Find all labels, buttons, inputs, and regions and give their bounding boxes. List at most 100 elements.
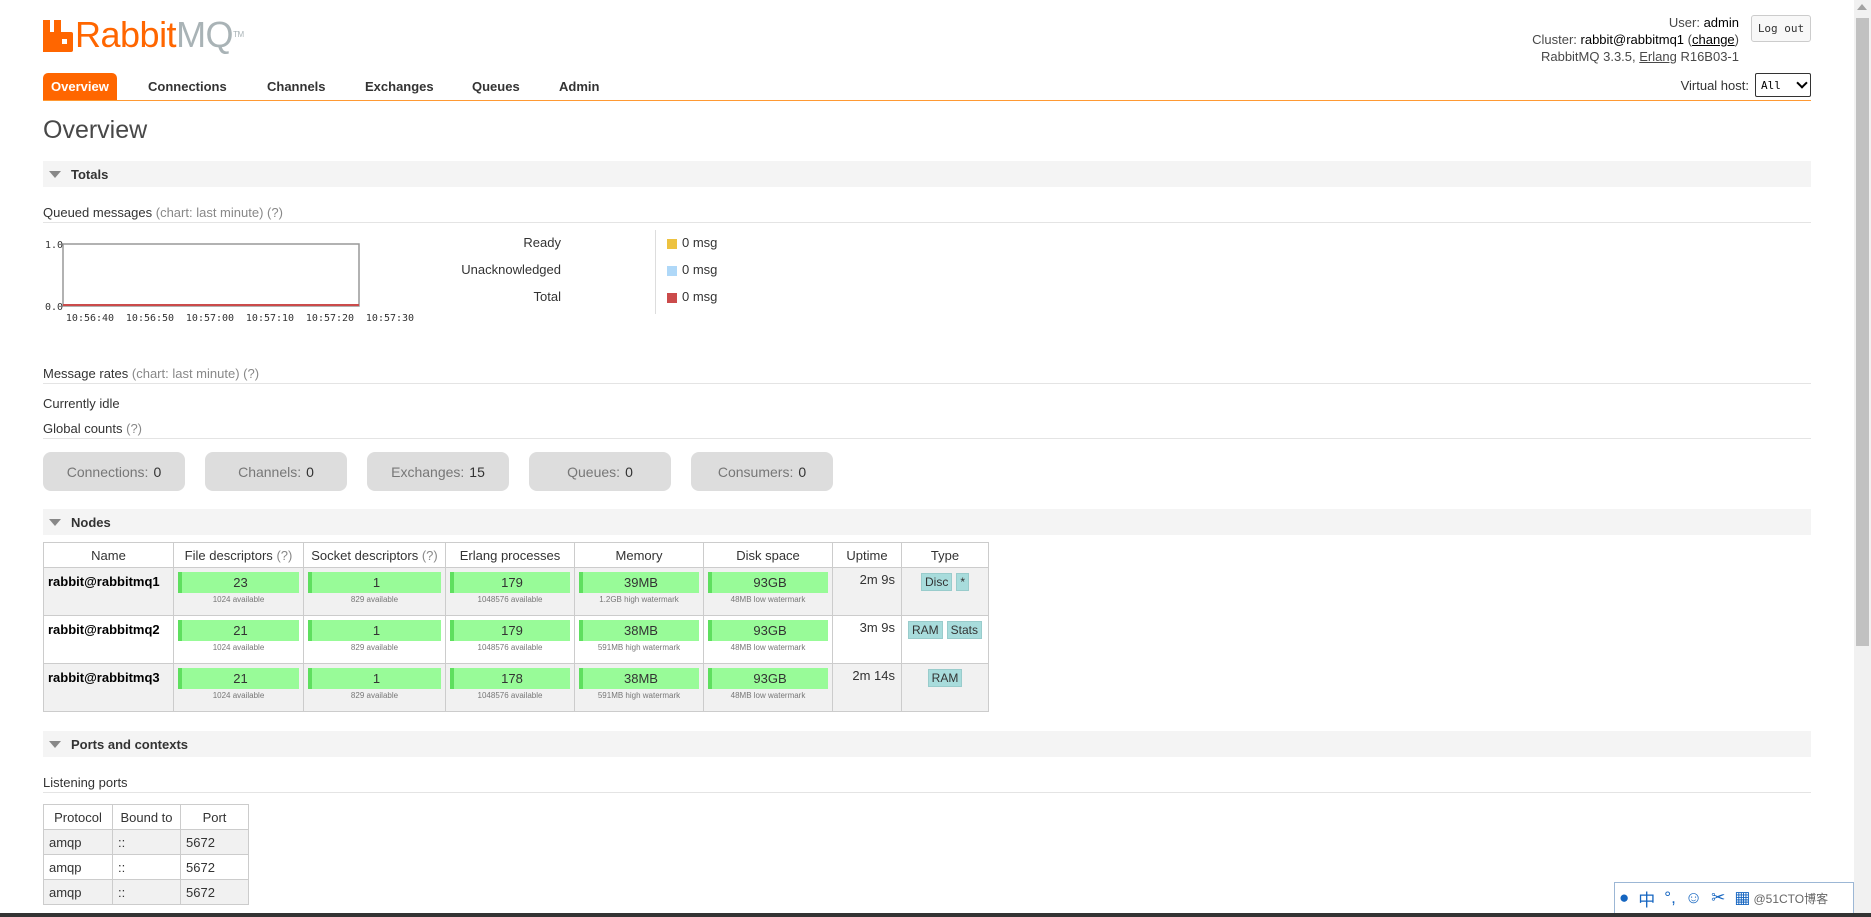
count-queues[interactable]: Queues: 0	[529, 452, 671, 491]
x-tick-label: 10:57:10	[246, 313, 294, 324]
section-totals-title: Totals	[71, 166, 109, 182]
erlang-processes-cell: 178 1048576 available	[445, 663, 575, 712]
chart-plot-area	[62, 243, 360, 307]
memory-bar: 38MB	[579, 668, 699, 689]
queued-messages-title: Queued messages	[43, 205, 153, 220]
ime-user-icon[interactable]: ●	[1619, 888, 1629, 908]
ports-table-header: Protocol Bound to Port	[43, 804, 249, 830]
collapse-triangle-icon	[49, 518, 61, 526]
ime-toolbar: ● 中 °, ☺ ✂ ▦ @51CTO博客	[1614, 882, 1854, 914]
erlang-processes-available: 1048576 available	[477, 643, 543, 652]
message-rates-title: Message rates	[43, 366, 129, 381]
type-tag-ram: RAM	[927, 669, 963, 687]
queued-messages-help[interactable]: (chart: last minute) (?)	[156, 205, 283, 220]
ime-keyboard-icon[interactable]: ▦	[1734, 888, 1750, 908]
ime-mode-toggle[interactable]: 中	[1638, 886, 1655, 911]
file-descriptors-available: 1024 available	[212, 691, 265, 700]
count-consumers-value: 0	[798, 463, 807, 480]
socket-descriptors-cell: 1 829 available	[303, 567, 446, 616]
virtual-host-select[interactable]: All	[1755, 73, 1811, 97]
y-tick-label: 0.0	[45, 302, 63, 313]
tab-overview[interactable]: Overview	[43, 73, 117, 100]
table-row: amqp :: 5672	[43, 829, 249, 855]
chevron-down-icon	[1796, 77, 1808, 89]
section-totals-header[interactable]: Totals	[43, 161, 1811, 187]
y-tick-label: 1.0	[45, 240, 63, 251]
erlang-processes-bar: 178	[450, 668, 570, 689]
col-protocol: Protocol	[43, 804, 113, 830]
bound-to-cell: ::	[112, 879, 181, 905]
erlang-processes-bar: 179	[450, 572, 570, 593]
section-nodes-title: Nodes	[71, 514, 111, 530]
message-rates-help[interactable]: (chart: last minute) (?)	[132, 366, 259, 381]
tab-connections[interactable]: Connections	[148, 73, 227, 100]
ime-emoji-icon[interactable]: ☺	[1685, 888, 1702, 908]
user-line: User: admin	[1668, 15, 1739, 30]
erlang-processes-cell: 179 1048576 available	[445, 615, 575, 664]
socket-descriptors-bar: 1	[308, 668, 441, 689]
count-queues-value: 0	[625, 463, 633, 480]
count-connections[interactable]: Connections: 0	[43, 452, 185, 491]
node-name-link[interactable]: rabbit@rabbitmq3	[43, 663, 174, 712]
count-connections-value: 0	[153, 463, 162, 480]
section-nodes-header[interactable]: Nodes	[43, 509, 1811, 535]
memory-bar: 38MB	[579, 620, 699, 641]
global-counts-header: Global counts (?)	[43, 421, 1811, 439]
file-descriptors-help[interactable]: (?)	[276, 548, 292, 563]
port-cell: 5672	[180, 879, 249, 905]
disk-space-watermark: 48MB low watermark	[730, 643, 806, 652]
count-channels-value: 0	[306, 463, 314, 480]
count-queues-label: Queues:	[567, 463, 621, 480]
socket-descriptors-bar: 1	[308, 572, 441, 593]
memory-cell: 38MB 591MB high watermark	[574, 615, 704, 664]
rabbitmq-logo[interactable]: RabbitMQTM	[43, 17, 244, 53]
nodes-table: Name File descriptors (?) Socket descrip…	[43, 542, 990, 712]
erlang-processes-bar: 179	[450, 620, 570, 641]
message-rates-header: Message rates (chart: last minute) (?)	[43, 366, 1811, 384]
tab-exchanges[interactable]: Exchanges	[365, 73, 434, 100]
col-memory: Memory	[574, 542, 704, 568]
vertical-scrollbar[interactable]	[1854, 0, 1871, 917]
socket-descriptors-help[interactable]: (?)	[422, 548, 438, 563]
node-name-link[interactable]: rabbit@rabbitmq1	[43, 567, 174, 616]
ime-punctuation-icon[interactable]: °,	[1664, 888, 1676, 908]
cluster-name: rabbit@rabbitmq1	[1580, 32, 1685, 47]
scrollbar-thumb[interactable]	[1856, 18, 1869, 646]
legend-unacknowledged-label: Unacknowledged	[461, 262, 561, 277]
file-descriptors-available: 1024 available	[212, 643, 265, 652]
global-counts-help[interactable]: (?)	[126, 421, 142, 436]
ime-scissors-icon[interactable]: ✂	[1711, 888, 1725, 908]
x-tick-label: 10:56:40	[66, 313, 114, 324]
bound-to-cell: ::	[112, 829, 181, 855]
count-exchanges-value: 15	[469, 463, 485, 480]
x-tick-label: 10:56:50	[126, 313, 174, 324]
change-cluster-link[interactable]: change	[1692, 32, 1735, 47]
bound-to-cell: ::	[112, 854, 181, 880]
col-bound-to: Bound to	[112, 804, 181, 830]
file-descriptors-available: 1024 available	[212, 595, 265, 604]
tab-queues[interactable]: Queues	[472, 73, 520, 100]
section-ports-header[interactable]: Ports and contexts	[43, 731, 1811, 757]
erlang-link[interactable]: Erlang	[1639, 49, 1677, 64]
tab-admin[interactable]: Admin	[559, 73, 599, 100]
uptime-cell: 2m 9s	[832, 567, 902, 616]
count-channels[interactable]: Channels: 0	[205, 452, 347, 491]
tab-channels[interactable]: Channels	[267, 73, 326, 100]
section-ports-title: Ports and contexts	[71, 736, 189, 752]
node-name-link[interactable]: rabbit@rabbitmq2	[43, 615, 174, 664]
file-descriptors-cell: 21 1024 available	[173, 615, 304, 664]
logout-button[interactable]: Log out	[1751, 15, 1811, 42]
count-exchanges[interactable]: Exchanges: 15	[367, 452, 509, 491]
count-exchanges-label: Exchanges:	[391, 463, 465, 480]
legend-total-swatch	[667, 293, 677, 303]
scroll-up-arrow-icon[interactable]	[1857, 4, 1867, 10]
listening-ports-header: Listening ports	[43, 775, 1811, 793]
count-consumers[interactable]: Consumers: 0	[691, 452, 833, 491]
legend-ready-label: Ready	[523, 235, 561, 250]
port-cell: 5672	[180, 829, 249, 855]
legend-unacknowledged-value: 0 msg	[682, 262, 718, 277]
virtual-host-value: All	[1761, 78, 1781, 92]
page-title: Overview	[43, 116, 148, 144]
count-connections-label: Connections:	[66, 463, 149, 480]
file-descriptors-bar: 23	[178, 572, 299, 593]
